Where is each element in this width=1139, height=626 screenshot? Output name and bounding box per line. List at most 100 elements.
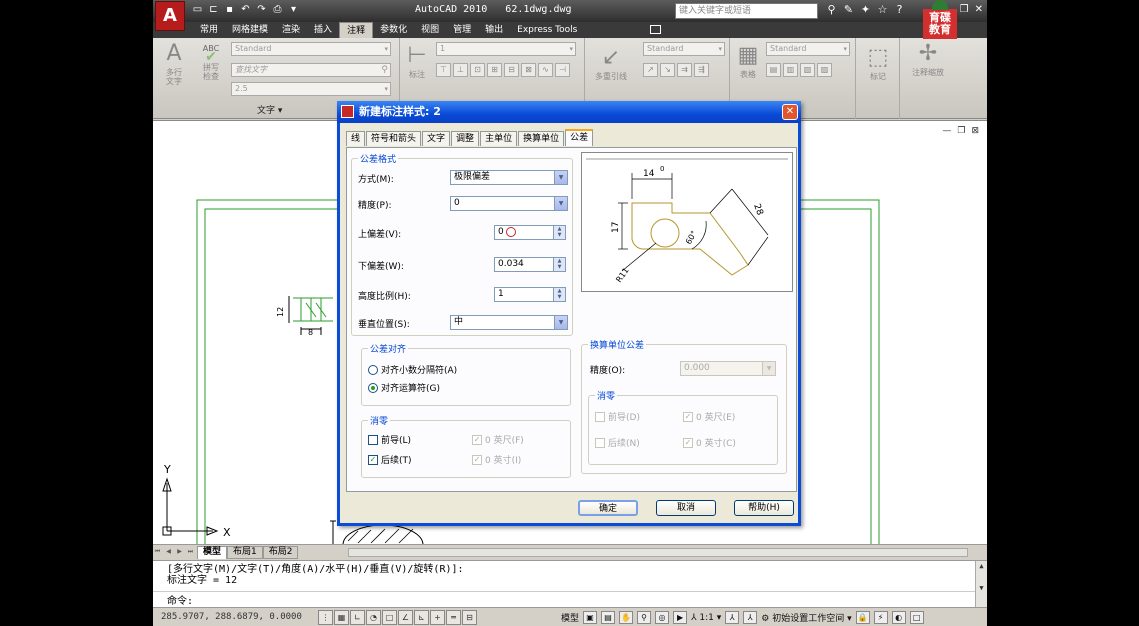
auto-scale-icon[interactable]: ⅄ (743, 611, 758, 624)
mleader-style-select[interactable]: Standard ▾ (643, 42, 725, 56)
dim-break-icon[interactable]: ⊡ (470, 63, 485, 77)
markup-button[interactable]: ⬚ 标记 (860, 44, 896, 81)
table-extract-icon[interactable]: ▧ (800, 63, 815, 77)
restore-icon[interactable]: ❐ (960, 4, 969, 15)
lower-value-spinner[interactable]: 0.034 ▲ ▼ (494, 257, 566, 272)
tab-home[interactable]: 常用 (193, 22, 225, 38)
grid-toggle-icon[interactable]: ▦ (334, 610, 349, 625)
isolate-icon[interactable]: ◐ (891, 611, 906, 624)
drawing-minimize-icon[interactable]: — (942, 126, 951, 136)
table-download-icon[interactable]: ▨ (817, 63, 832, 77)
dialog-close-button[interactable]: ✕ (782, 104, 798, 120)
dim-style-select[interactable]: 1 ▾ (436, 42, 576, 56)
vertical-position-select[interactable]: 中 ▼ (450, 315, 568, 330)
new-file-icon[interactable]: ▭ (191, 3, 204, 17)
lwt-toggle-icon[interactable]: ═ (446, 610, 461, 625)
dimension-button[interactable]: ⊢ 标注 (404, 42, 430, 79)
osnap-toggle-icon[interactable]: □ (382, 610, 397, 625)
binoculars-icon[interactable]: ⚲ (825, 3, 838, 17)
snap-toggle-icon[interactable]: ⋮ (318, 610, 333, 625)
dim-baseline-icon[interactable]: ⊟ (504, 63, 519, 77)
scaling-height-spinner[interactable]: 1 ▲ ▼ (494, 287, 566, 302)
align-operator-radio[interactable]: 对齐运算符(G) (368, 381, 440, 394)
star-icon[interactable]: ☆ (876, 3, 889, 17)
tab-symbols-arrows[interactable]: 符号和箭头 (366, 131, 422, 146)
dim-update-icon[interactable]: ⊣ (555, 63, 570, 77)
command-window[interactable]: [多行文字(M)/文字(T)/角度(A)/水平(H)/垂直(V)/旋转(R)]:… (153, 560, 987, 608)
dim-continue-icon[interactable]: ⊤ (436, 63, 451, 77)
tab-model[interactable]: 模型 (197, 545, 228, 559)
drawing-restore-icon[interactable]: ❐ (957, 126, 965, 136)
zoom-icon[interactable]: ⚲ (637, 611, 652, 624)
tab-layout1[interactable]: 布局1 (227, 545, 263, 559)
dim-jog-icon[interactable]: ∿ (538, 63, 553, 77)
hardware-accel-icon[interactable]: ⚡ (873, 611, 888, 624)
model-icon[interactable]: ▣ (583, 611, 598, 624)
tab-text[interactable]: 文字 (422, 131, 451, 146)
tab-output[interactable]: 输出 (478, 22, 510, 38)
next-tab-icon[interactable]: ▶ (175, 547, 184, 557)
add-leader-icon[interactable]: ↗ (643, 63, 658, 77)
text-style-select[interactable]: Standard ▾ (231, 42, 391, 56)
minimize-ribbon-icon[interactable] (650, 25, 661, 34)
upper-value-spinner[interactable]: 0 ▲ ▼ (494, 225, 566, 240)
table-link-icon[interactable]: ▥ (783, 63, 798, 77)
drawing-close-icon[interactable]: ⊠ (971, 126, 979, 136)
command-prompt[interactable]: 命令: (167, 596, 193, 607)
communication-icon[interactable]: ✦ (859, 3, 872, 17)
lock-icon[interactable]: 🔒 (855, 611, 870, 624)
qp-toggle-icon[interactable]: ⊟ (462, 610, 477, 625)
redo-icon[interactable]: ↷ (255, 3, 268, 17)
tab-express-tools[interactable]: Express Tools (510, 22, 584, 38)
open-file-icon[interactable]: ⊏ (207, 3, 220, 17)
tab-insert[interactable]: 插入 (307, 22, 339, 38)
spell-check-button[interactable]: ABC ✔ 拼写 检查 (197, 44, 225, 81)
tab-manage[interactable]: 管理 (446, 22, 478, 38)
close-icon[interactable]: ✕ (975, 4, 983, 15)
layout-icon[interactable]: ▤ (601, 611, 616, 624)
tab-view[interactable]: 视图 (414, 22, 446, 38)
align-leader-icon[interactable]: ⇉ (677, 63, 692, 77)
clean-screen-icon[interactable]: □ (909, 611, 924, 624)
tools-icon[interactable]: ✎ (842, 3, 855, 17)
remove-leader-icon[interactable]: ↘ (660, 63, 675, 77)
annotation-scale-readout[interactable]: ⅄ 1:1 ▾ (691, 613, 721, 623)
first-tab-icon[interactable]: ⏮ (153, 547, 162, 557)
tab-render[interactable]: 渲染 (275, 22, 307, 38)
tab-annotate[interactable]: 注释 (339, 22, 374, 38)
tab-fit[interactable]: 调整 (451, 131, 480, 146)
otrack-toggle-icon[interactable]: ∠ (398, 610, 413, 625)
trailing-checkbox[interactable]: ✓ 后续(T) (368, 453, 412, 466)
ok-button[interactable]: 确定 (578, 500, 638, 516)
print-icon[interactable]: ⎙ (271, 3, 284, 17)
tab-tolerances[interactable]: 公差 (565, 129, 594, 146)
tab-alternate-units[interactable]: 换算单位 (518, 131, 565, 146)
help-search-input[interactable]: 键入关键字或短语 (675, 3, 818, 19)
annotation-scale-button[interactable]: ✢ 注释缩放 (904, 40, 952, 77)
application-menu-button[interactable]: A (155, 1, 185, 31)
tab-layout2[interactable]: 布局2 (262, 545, 299, 559)
pan-icon[interactable]: ✋ (619, 611, 634, 624)
last-tab-icon[interactable]: ⏭ (186, 547, 195, 557)
cancel-button[interactable]: 取消 (656, 500, 716, 516)
align-decimal-radio[interactable]: 对齐小数分隔符(A) (368, 363, 457, 376)
undo-icon[interactable]: ↶ (239, 3, 252, 17)
dyn-toggle-icon[interactable]: + (430, 610, 445, 625)
dim-adjust-icon[interactable]: ⊞ (487, 63, 502, 77)
save-icon[interactable]: ▪ (223, 3, 236, 17)
tab-mesh-modeling[interactable]: 网格建模 (225, 22, 275, 38)
ortho-toggle-icon[interactable]: ∟ (350, 610, 365, 625)
find-text-input[interactable]: 查找文字 ⚲ (231, 63, 391, 77)
text-height-select[interactable]: 2.5 ▾ (231, 82, 391, 96)
command-scrollbar[interactable]: ▲ ▼ (975, 561, 987, 608)
tolerance-method-select[interactable]: 极限偏差 ▼ (450, 170, 568, 185)
table-style-select[interactable]: Standard ▾ (766, 42, 850, 56)
leading-checkbox[interactable]: 前导(L) (368, 433, 411, 446)
help-button[interactable]: 帮助(H) (734, 500, 794, 516)
multiline-text-button[interactable]: A 多行 文字 (159, 40, 189, 86)
qat-dropdown-icon[interactable]: ▾ (287, 3, 300, 17)
help-icon[interactable]: ? (893, 3, 906, 17)
model-space-label[interactable]: 模型 (561, 611, 579, 624)
tab-primary-units[interactable]: 主单位 (480, 131, 518, 146)
dim-inspect-icon[interactable]: ⊠ (521, 63, 536, 77)
